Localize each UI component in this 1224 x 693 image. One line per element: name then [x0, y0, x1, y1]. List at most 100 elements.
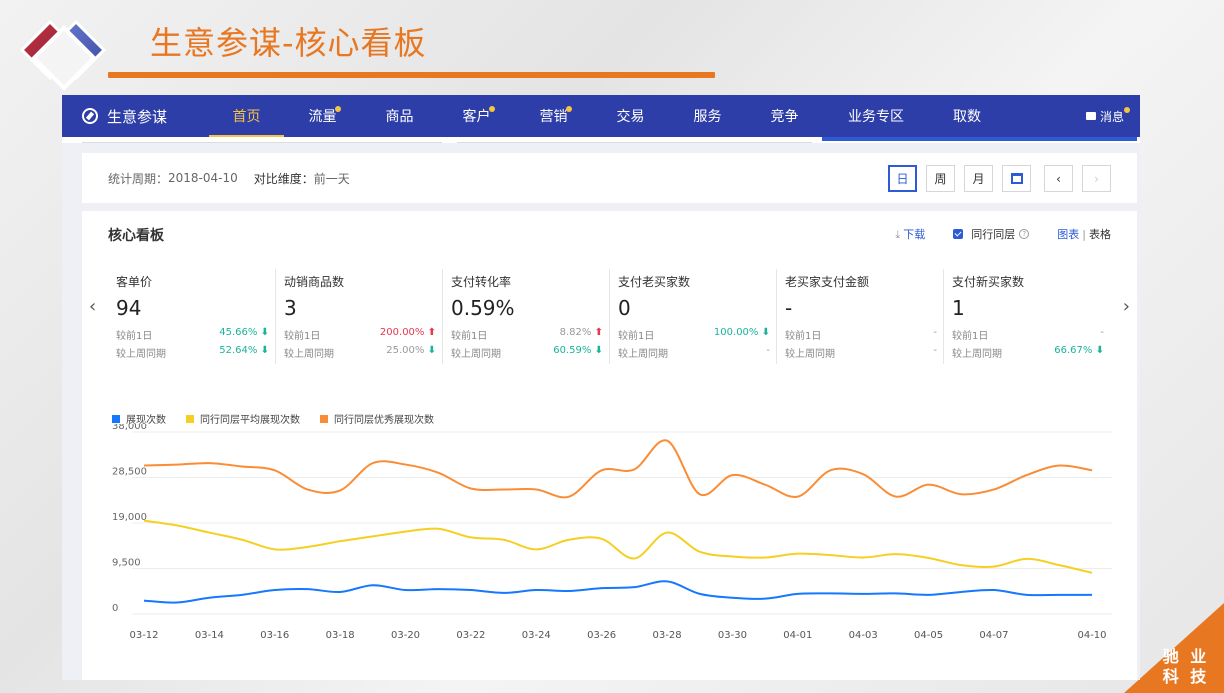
compare-value: 45.66% ⬇ — [219, 327, 269, 342]
x-tick-label: 03-24 — [522, 630, 551, 641]
compare-number: 60.59% — [553, 345, 592, 356]
metric-compare-row: 较前1日 100.00% ⬇ — [618, 327, 770, 342]
nav-item-service[interactable]: 服务 — [669, 95, 746, 137]
prev-period-button[interactable]: ‹ — [1044, 165, 1073, 192]
compare-value: 60.59% ⬇ — [553, 345, 603, 360]
series-line — [143, 439, 1093, 499]
metric-compare-row: 较上周同期 66.67% ⬇ — [952, 345, 1104, 360]
x-tick-label: 03-22 — [456, 630, 485, 641]
metric-card[interactable]: 客单价 94 较前1日 45.66% ⬇ 较上周同期 52.64% ⬇ — [108, 269, 275, 364]
compare-label: 较前1日 — [116, 331, 153, 342]
period-month-button[interactable]: 月 — [964, 165, 993, 192]
x-tick-label: 03-14 — [195, 630, 224, 641]
metric-label: 支付老买家数 — [618, 275, 691, 289]
compare-number: 200.00% — [379, 327, 425, 338]
compare-value: 25.00% ⬇ — [386, 345, 436, 360]
legend-swatch — [186, 414, 194, 423]
arrow-down-icon: ⬇ — [260, 345, 269, 356]
nav-item-traffic[interactable]: 流量 — [284, 95, 361, 137]
table-view-link[interactable]: 表格 — [1089, 226, 1111, 242]
metric-value: 3 — [284, 296, 297, 320]
peer-checkbox[interactable] — [953, 229, 964, 239]
period-day-button[interactable]: 日 — [888, 165, 917, 192]
arrow-down-icon: ⬇ — [1095, 345, 1104, 356]
compare-value: 52.64% ⬇ — [219, 345, 269, 360]
brand[interactable]: 生意参谋 — [62, 106, 212, 127]
panel-title: 核心看板 — [108, 228, 164, 244]
slide-title-rule — [108, 72, 715, 78]
compass-icon — [82, 108, 98, 124]
corner-brand-line2: 科 技 — [1162, 667, 1210, 686]
compare-label: 较上周同期 — [618, 349, 668, 360]
calendar-icon — [1010, 173, 1023, 184]
nav-item-data-fetch[interactable]: 取数 — [929, 95, 1005, 137]
nav-item-label: 首页 — [232, 109, 261, 125]
metric-card[interactable]: 支付老买家数 0 较前1日 100.00% ⬇ 较上周同期 - — [609, 269, 776, 364]
y-tick-label: 28,500 — [112, 467, 147, 478]
subnav-segment — [82, 137, 442, 143]
x-tick-label: 03-18 — [326, 630, 355, 641]
nav-item-label: 营销 — [539, 109, 568, 125]
next-period-button[interactable]: › — [1082, 165, 1111, 192]
top-navbar: 生意参谋 首页 流量 商品 客户 营销 交易 服务 竞争 业务专区 取数 消息 — [62, 95, 1140, 137]
period-week-button[interactable]: 周 — [926, 165, 955, 192]
metric-value: - — [785, 296, 793, 320]
compare-number: 45.66% — [219, 327, 258, 338]
compare-label: 较上周同期 — [116, 349, 166, 360]
y-tick-label: 38,000 — [112, 424, 147, 432]
app-window: 生意参谋 首页 流量 商品 客户 营销 交易 服务 竞争 业务专区 取数 消息 … — [62, 95, 1140, 680]
compare-number: 25.00% — [386, 345, 425, 356]
peer-label: 同行同层 — [971, 228, 1016, 241]
series-line — [143, 519, 1093, 574]
nav-item-label: 取数 — [953, 109, 981, 125]
nav-item-trade[interactable]: 交易 — [592, 95, 669, 137]
compare-label: 较前1日 — [284, 331, 321, 342]
x-tick-label: 04-03 — [849, 630, 878, 641]
metric-value: 0 — [618, 296, 631, 320]
nav-item-products[interactable]: 商品 — [361, 95, 438, 137]
metric-value: 94 — [116, 296, 142, 320]
arrow-down-icon: ⬇ — [761, 327, 770, 338]
metric-card[interactable]: 老买家支付金额 - 较前1日 - 较上周同期 - — [776, 269, 943, 364]
nav-item-competition[interactable]: 竞争 — [746, 95, 823, 137]
nav-item-label: 客户 — [462, 109, 491, 125]
metric-compare-row: 较前1日 45.66% ⬇ — [116, 327, 269, 342]
metric-card[interactable]: 支付新买家数 1 较前1日 - 较上周同期 66.67% ⬇ — [943, 269, 1110, 364]
slide-logo-diamonds — [19, 19, 107, 91]
metric-compare-row: 较上周同期 52.64% ⬇ — [116, 345, 269, 360]
help-icon[interactable]: ? — [1019, 229, 1030, 239]
nav-item-customers[interactable]: 客户 — [438, 95, 515, 137]
messages-link[interactable]: 消息 — [1085, 95, 1130, 137]
compare-label: 较前1日 — [618, 331, 655, 342]
nav-item-business-zone[interactable]: 业务专区 — [823, 95, 929, 137]
notification-dot-icon — [566, 106, 572, 112]
metric-label: 老买家支付金额 — [785, 275, 870, 289]
metric-card[interactable]: 动销商品数 3 较前1日 200.00% ⬆ 较上周同期 25.00% ⬇ — [275, 269, 442, 364]
y-tick-label: 0 — [112, 603, 118, 614]
x-tick-label: 03-26 — [587, 630, 616, 641]
carousel-prev-icon[interactable]: ‹ — [89, 296, 96, 317]
calendar-button[interactable] — [1002, 165, 1031, 192]
arrow-up-icon: ⬆ — [427, 327, 436, 338]
metric-value: 1 — [952, 296, 965, 320]
nav-item-home[interactable]: 首页 — [209, 95, 284, 137]
compare-number: 100.00% — [713, 327, 759, 338]
nav-item-label: 业务专区 — [848, 109, 904, 125]
legend-swatch — [112, 414, 120, 423]
download-link[interactable]: ⤓ 下载 — [895, 226, 925, 242]
metric-compare-row: 较上周同期 25.00% ⬇ — [284, 345, 436, 360]
compare-label: 较前1日 — [785, 331, 822, 342]
nav-item-label: 服务 — [693, 109, 722, 125]
period-value: 2018-04-10 — [168, 171, 238, 185]
chart-view-link[interactable]: 图表 — [1057, 226, 1079, 242]
arrow-down-icon: ⬇ — [260, 327, 269, 338]
nav-item-marketing[interactable]: 营销 — [515, 95, 592, 137]
metric-card[interactable]: 支付转化率 0.59% 较前1日 8.82% ⬆ 较上周同期 60.59% ⬇ — [442, 269, 609, 364]
core-dashboard-panel: 核心看板 ⤓ 下载 同行同层 ? 图表 | 表格 ‹ › 客单价 94 较前1日 … — [82, 211, 1137, 680]
metric-compare-row: 较前1日 8.82% ⬆ — [451, 327, 603, 342]
carousel-next-icon[interactable]: › — [1123, 296, 1130, 317]
panel-tools: ⤓ 下载 同行同层 ? 图表 | 表格 — [895, 226, 1111, 242]
compare-label: 较前1日 — [952, 331, 989, 342]
x-tick-label: 03-20 — [391, 630, 420, 641]
subnav-strip — [62, 137, 1140, 143]
